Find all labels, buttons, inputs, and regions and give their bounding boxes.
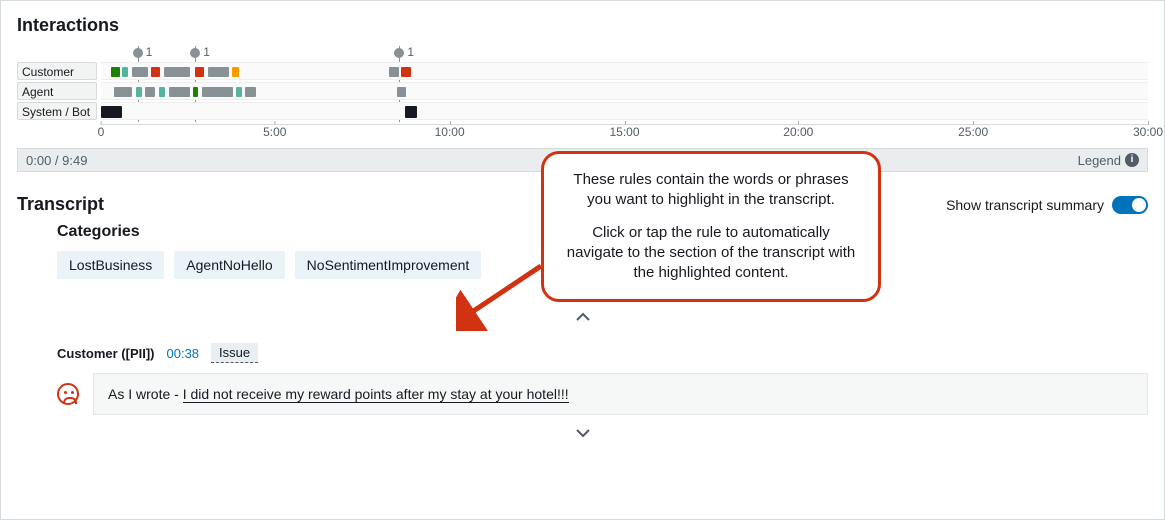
interactions-timeline[interactable]: Customer Agent System / Bot 1 1 1 [17, 46, 1148, 146]
message-text-prefix: As I wrote - [108, 386, 183, 402]
message-bubble: As I wrote - I did not receive my reward… [93, 373, 1148, 415]
issue-tag[interactable]: Issue [211, 343, 258, 363]
time-axis: 0 5:00 10:00 15:00 20:00 25:00 30:00 [101, 124, 1148, 146]
message-text-highlight: I did not receive my reward points after… [183, 386, 569, 403]
row-label-agent: Agent [17, 82, 97, 100]
track-customer[interactable] [101, 62, 1148, 80]
legend-label[interactable]: Legend [1078, 153, 1121, 168]
category-chip[interactable]: AgentNoHello [174, 251, 284, 279]
track-agent[interactable] [101, 82, 1148, 100]
sentiment-negative-icon [57, 383, 79, 405]
marker-label: 1 [407, 45, 414, 59]
message-role: Customer ([PII]) [57, 346, 155, 361]
show-summary-label: Show transcript summary [946, 197, 1104, 213]
chevron-up-icon [576, 312, 590, 322]
collapse-caret-up[interactable] [17, 309, 1148, 325]
row-label-customer: Customer [17, 62, 97, 80]
category-chip[interactable]: LostBusiness [57, 251, 164, 279]
collapse-caret-down[interactable] [17, 425, 1148, 441]
category-chip[interactable]: NoSentimentImprovement [295, 251, 482, 279]
marker-dot[interactable] [133, 48, 143, 58]
show-summary-toggle[interactable] [1112, 196, 1148, 214]
marker-label: 1 [146, 45, 153, 59]
interactions-heading: Interactions [17, 15, 1148, 36]
info-icon[interactable]: i [1125, 153, 1139, 167]
annotation-arrow-icon [456, 261, 546, 331]
marker-dot[interactable] [394, 48, 404, 58]
callout-paragraph: These rules contain the words or phrases… [562, 170, 860, 211]
track-system[interactable] [101, 102, 1148, 120]
row-label-system: System / Bot [17, 102, 97, 120]
marker-dot[interactable] [190, 48, 200, 58]
playback-time: 0:00 / 9:49 [26, 153, 87, 168]
transcript-heading: Transcript [17, 194, 104, 215]
chevron-down-icon [576, 428, 590, 438]
callout-paragraph: Click or tap the rule to automatically n… [562, 223, 860, 284]
marker-row: 1 1 1 [101, 46, 1148, 62]
marker-label: 1 [203, 45, 210, 59]
message-timestamp[interactable]: 00:38 [167, 346, 200, 361]
annotation-callout: These rules contain the words or phrases… [541, 151, 881, 302]
